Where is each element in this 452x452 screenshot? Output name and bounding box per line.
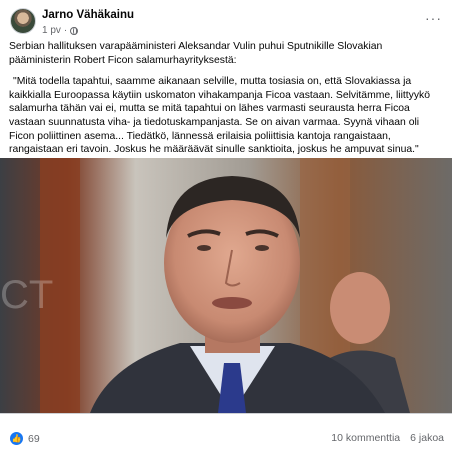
time-separator: · xyxy=(63,25,68,36)
author-name[interactable]: Jarno Vähäkainu xyxy=(42,9,134,21)
reactions-summary[interactable]: 👍 69 xyxy=(10,432,40,445)
more-options-button[interactable]: ··· xyxy=(425,10,442,26)
shares-count-link[interactable]: 6 jakoa xyxy=(410,432,444,444)
post-photo[interactable]: CT xyxy=(0,158,452,413)
post-meta: 1 pv · xyxy=(42,25,79,36)
post-header: Jarno Vähäkainu 1 pv · ··· xyxy=(8,6,444,40)
post-footer: 👍 69 10 kommenttia 6 jakoa xyxy=(0,413,452,452)
photo-of-man-in-suit: CT xyxy=(0,158,452,413)
post-time[interactable]: 1 pv xyxy=(42,25,61,36)
facebook-post: Jarno Vähäkainu 1 pv · ··· Serbian halli… xyxy=(0,0,452,452)
globe-icon xyxy=(70,26,79,35)
post-intro: Serbian hallituksen varapääministeri Ale… xyxy=(9,41,383,66)
post-quote: "Mitä todella tapahtui, saamme aikanaan … xyxy=(9,76,431,156)
reaction-count: 69 xyxy=(28,432,40,445)
comments-count-link[interactable]: 10 kommenttia xyxy=(331,432,400,444)
like-icon: 👍 xyxy=(10,432,23,445)
engagement-counts: 10 kommenttia 6 jakoa xyxy=(331,432,444,444)
post-text: Serbian hallituksen varapääministeri Ale… xyxy=(9,40,443,165)
author-avatar[interactable] xyxy=(10,8,36,34)
background-lettering: CT xyxy=(0,273,53,317)
